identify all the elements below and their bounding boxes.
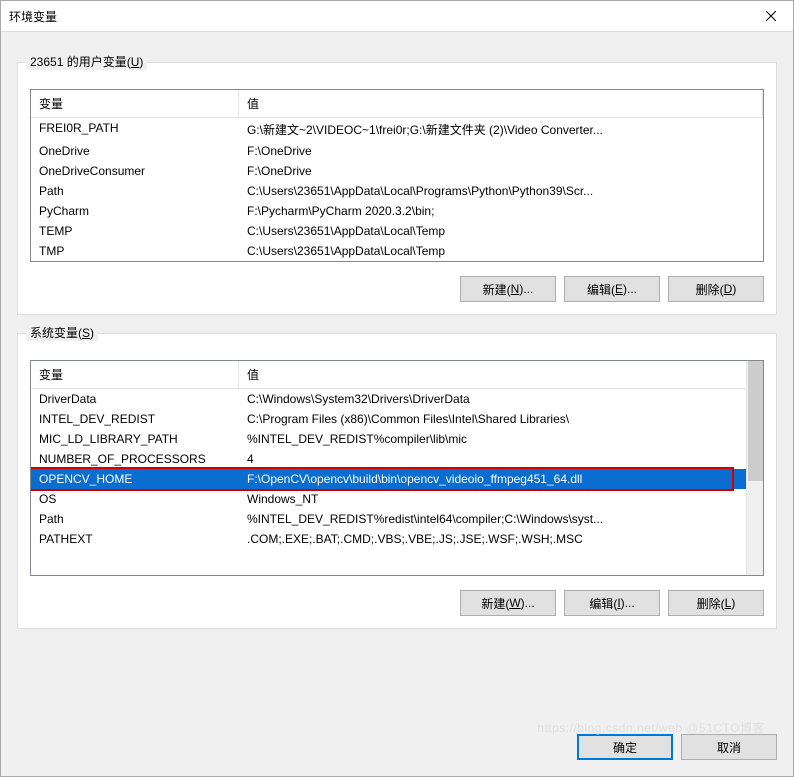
cell-variable: FREI0R_PATH <box>31 118 239 141</box>
cell-variable: NUMBER_OF_PROCESSORS <box>31 449 239 469</box>
table-row[interactable]: TEMPC:\Users\23651\AppData\Local\Temp <box>31 221 763 241</box>
table-row[interactable]: INTEL_DEV_REDISTC:\Program Files (x86)\C… <box>31 409 746 429</box>
cancel-button[interactable]: 取消 <box>681 734 777 760</box>
content-area: 23651 的用户变量(U) 变量 值 FREI0R_PATHG:\新建文~2\… <box>1 32 793 722</box>
system-edit-button[interactable]: 编辑(I)... <box>564 590 660 616</box>
cell-value: F:\OpenCV\opencv\build\bin\opencv_videoi… <box>239 469 746 489</box>
table-row[interactable]: OPENCV_HOMEF:\OpenCV\opencv\build\bin\op… <box>31 469 746 489</box>
user-delete-button[interactable]: 删除(D) <box>668 276 764 302</box>
cell-value: F:\OneDrive <box>239 161 763 181</box>
dialog-buttons: 确定 取消 <box>1 722 793 776</box>
system-vars-label: 系统变量(S) <box>26 324 98 341</box>
cell-variable: OPENCV_HOME <box>31 469 239 489</box>
cell-value: %INTEL_DEV_REDIST%redist\intel64\compile… <box>239 509 746 529</box>
user-edit-button[interactable]: 编辑(E)... <box>564 276 660 302</box>
cell-variable: OneDriveConsumer <box>31 161 239 181</box>
cell-value: C:\Users\23651\AppData\Local\Temp <box>239 241 763 261</box>
table-header: 变量 值 <box>31 90 763 118</box>
col-header-value[interactable]: 值 <box>239 90 763 117</box>
cell-variable: PyCharm <box>31 201 239 221</box>
env-vars-dialog: 环境变量 23651 的用户变量(U) 变量 值 FREI0R_PATHG:\新… <box>0 0 794 777</box>
table-row[interactable]: TMPC:\Users\23651\AppData\Local\Temp <box>31 241 763 261</box>
table-row[interactable]: DriverDataC:\Windows\System32\Drivers\Dr… <box>31 389 746 409</box>
close-icon <box>766 11 776 21</box>
cell-value: F:\OneDrive <box>239 141 763 161</box>
table-row[interactable]: MIC_LD_LIBRARY_PATH%INTEL_DEV_REDIST%com… <box>31 429 746 449</box>
cell-value: F:\Pycharm\PyCharm 2020.3.2\bin; <box>239 201 763 221</box>
table-row[interactable]: FREI0R_PATHG:\新建文~2\VIDEOC~1\frei0r;G:\新… <box>31 118 763 141</box>
user-vars-group: 23651 的用户变量(U) 变量 值 FREI0R_PATHG:\新建文~2\… <box>17 62 777 315</box>
system-vars-table[interactable]: 变量 值 DriverDataC:\Windows\System32\Drive… <box>30 360 764 576</box>
cell-variable: MIC_LD_LIBRARY_PATH <box>31 429 239 449</box>
cell-variable: PATHEXT <box>31 529 239 549</box>
system-vars-group: 系统变量(S) 变量 值 DriverDataC:\Windows\System… <box>17 333 777 629</box>
col-header-value[interactable]: 值 <box>239 361 746 388</box>
table-header: 变量 值 <box>31 361 746 389</box>
close-button[interactable] <box>748 1 793 31</box>
table-row[interactable]: OneDriveF:\OneDrive <box>31 141 763 161</box>
table-row[interactable]: PyCharmF:\Pycharm\PyCharm 2020.3.2\bin; <box>31 201 763 221</box>
cell-variable: DriverData <box>31 389 239 409</box>
scroll-thumb[interactable] <box>748 361 763 481</box>
user-new-button[interactable]: 新建(N)... <box>460 276 556 302</box>
cell-value: C:\Users\23651\AppData\Local\Temp <box>239 221 763 241</box>
table-row[interactable]: Path%INTEL_DEV_REDIST%redist\intel64\com… <box>31 509 746 529</box>
window-title: 环境变量 <box>9 8 748 25</box>
table-row[interactable]: PATHEXT.COM;.EXE;.BAT;.CMD;.VBS;.VBE;.JS… <box>31 529 746 549</box>
ok-button[interactable]: 确定 <box>577 734 673 760</box>
table-row[interactable]: OSWindows_NT <box>31 489 746 509</box>
cell-variable: OS <box>31 489 239 509</box>
cell-value: Windows_NT <box>239 489 746 509</box>
scrollbar-vertical[interactable] <box>746 361 763 575</box>
cell-variable: INTEL_DEV_REDIST <box>31 409 239 429</box>
cell-value: C:\Program Files (x86)\Common Files\Inte… <box>239 409 746 429</box>
cell-variable: TEMP <box>31 221 239 241</box>
table-row[interactable]: NUMBER_OF_PROCESSORS4 <box>31 449 746 469</box>
user-vars-table[interactable]: 变量 值 FREI0R_PATHG:\新建文~2\VIDEOC~1\frei0r… <box>30 89 764 262</box>
cell-value: %INTEL_DEV_REDIST%compiler\lib\mic <box>239 429 746 449</box>
cell-value: C:\Users\23651\AppData\Local\Programs\Py… <box>239 181 763 201</box>
cell-value: .COM;.EXE;.BAT;.CMD;.VBS;.VBE;.JS;.JSE;.… <box>239 529 746 549</box>
cell-value: G:\新建文~2\VIDEOC~1\frei0r;G:\新建文件夹 (2)\Vi… <box>239 118 763 141</box>
cell-variable: OneDrive <box>31 141 239 161</box>
system-delete-button[interactable]: 删除(L) <box>668 590 764 616</box>
system-vars-buttons: 新建(W)... 编辑(I)... 删除(L) <box>30 590 764 616</box>
cell-variable: Path <box>31 509 239 529</box>
col-header-variable[interactable]: 变量 <box>31 90 239 117</box>
cell-value: C:\Windows\System32\Drivers\DriverData <box>239 389 746 409</box>
user-vars-label: 23651 的用户变量(U) <box>26 53 147 70</box>
user-vars-buttons: 新建(N)... 编辑(E)... 删除(D) <box>30 276 764 302</box>
cell-value: 4 <box>239 449 746 469</box>
table-row[interactable]: OneDriveConsumerF:\OneDrive <box>31 161 763 181</box>
col-header-variable[interactable]: 变量 <box>31 361 239 388</box>
system-new-button[interactable]: 新建(W)... <box>460 590 556 616</box>
cell-variable: TMP <box>31 241 239 261</box>
cell-variable: Path <box>31 181 239 201</box>
table-row[interactable]: PathC:\Users\23651\AppData\Local\Program… <box>31 181 763 201</box>
titlebar: 环境变量 <box>1 1 793 32</box>
